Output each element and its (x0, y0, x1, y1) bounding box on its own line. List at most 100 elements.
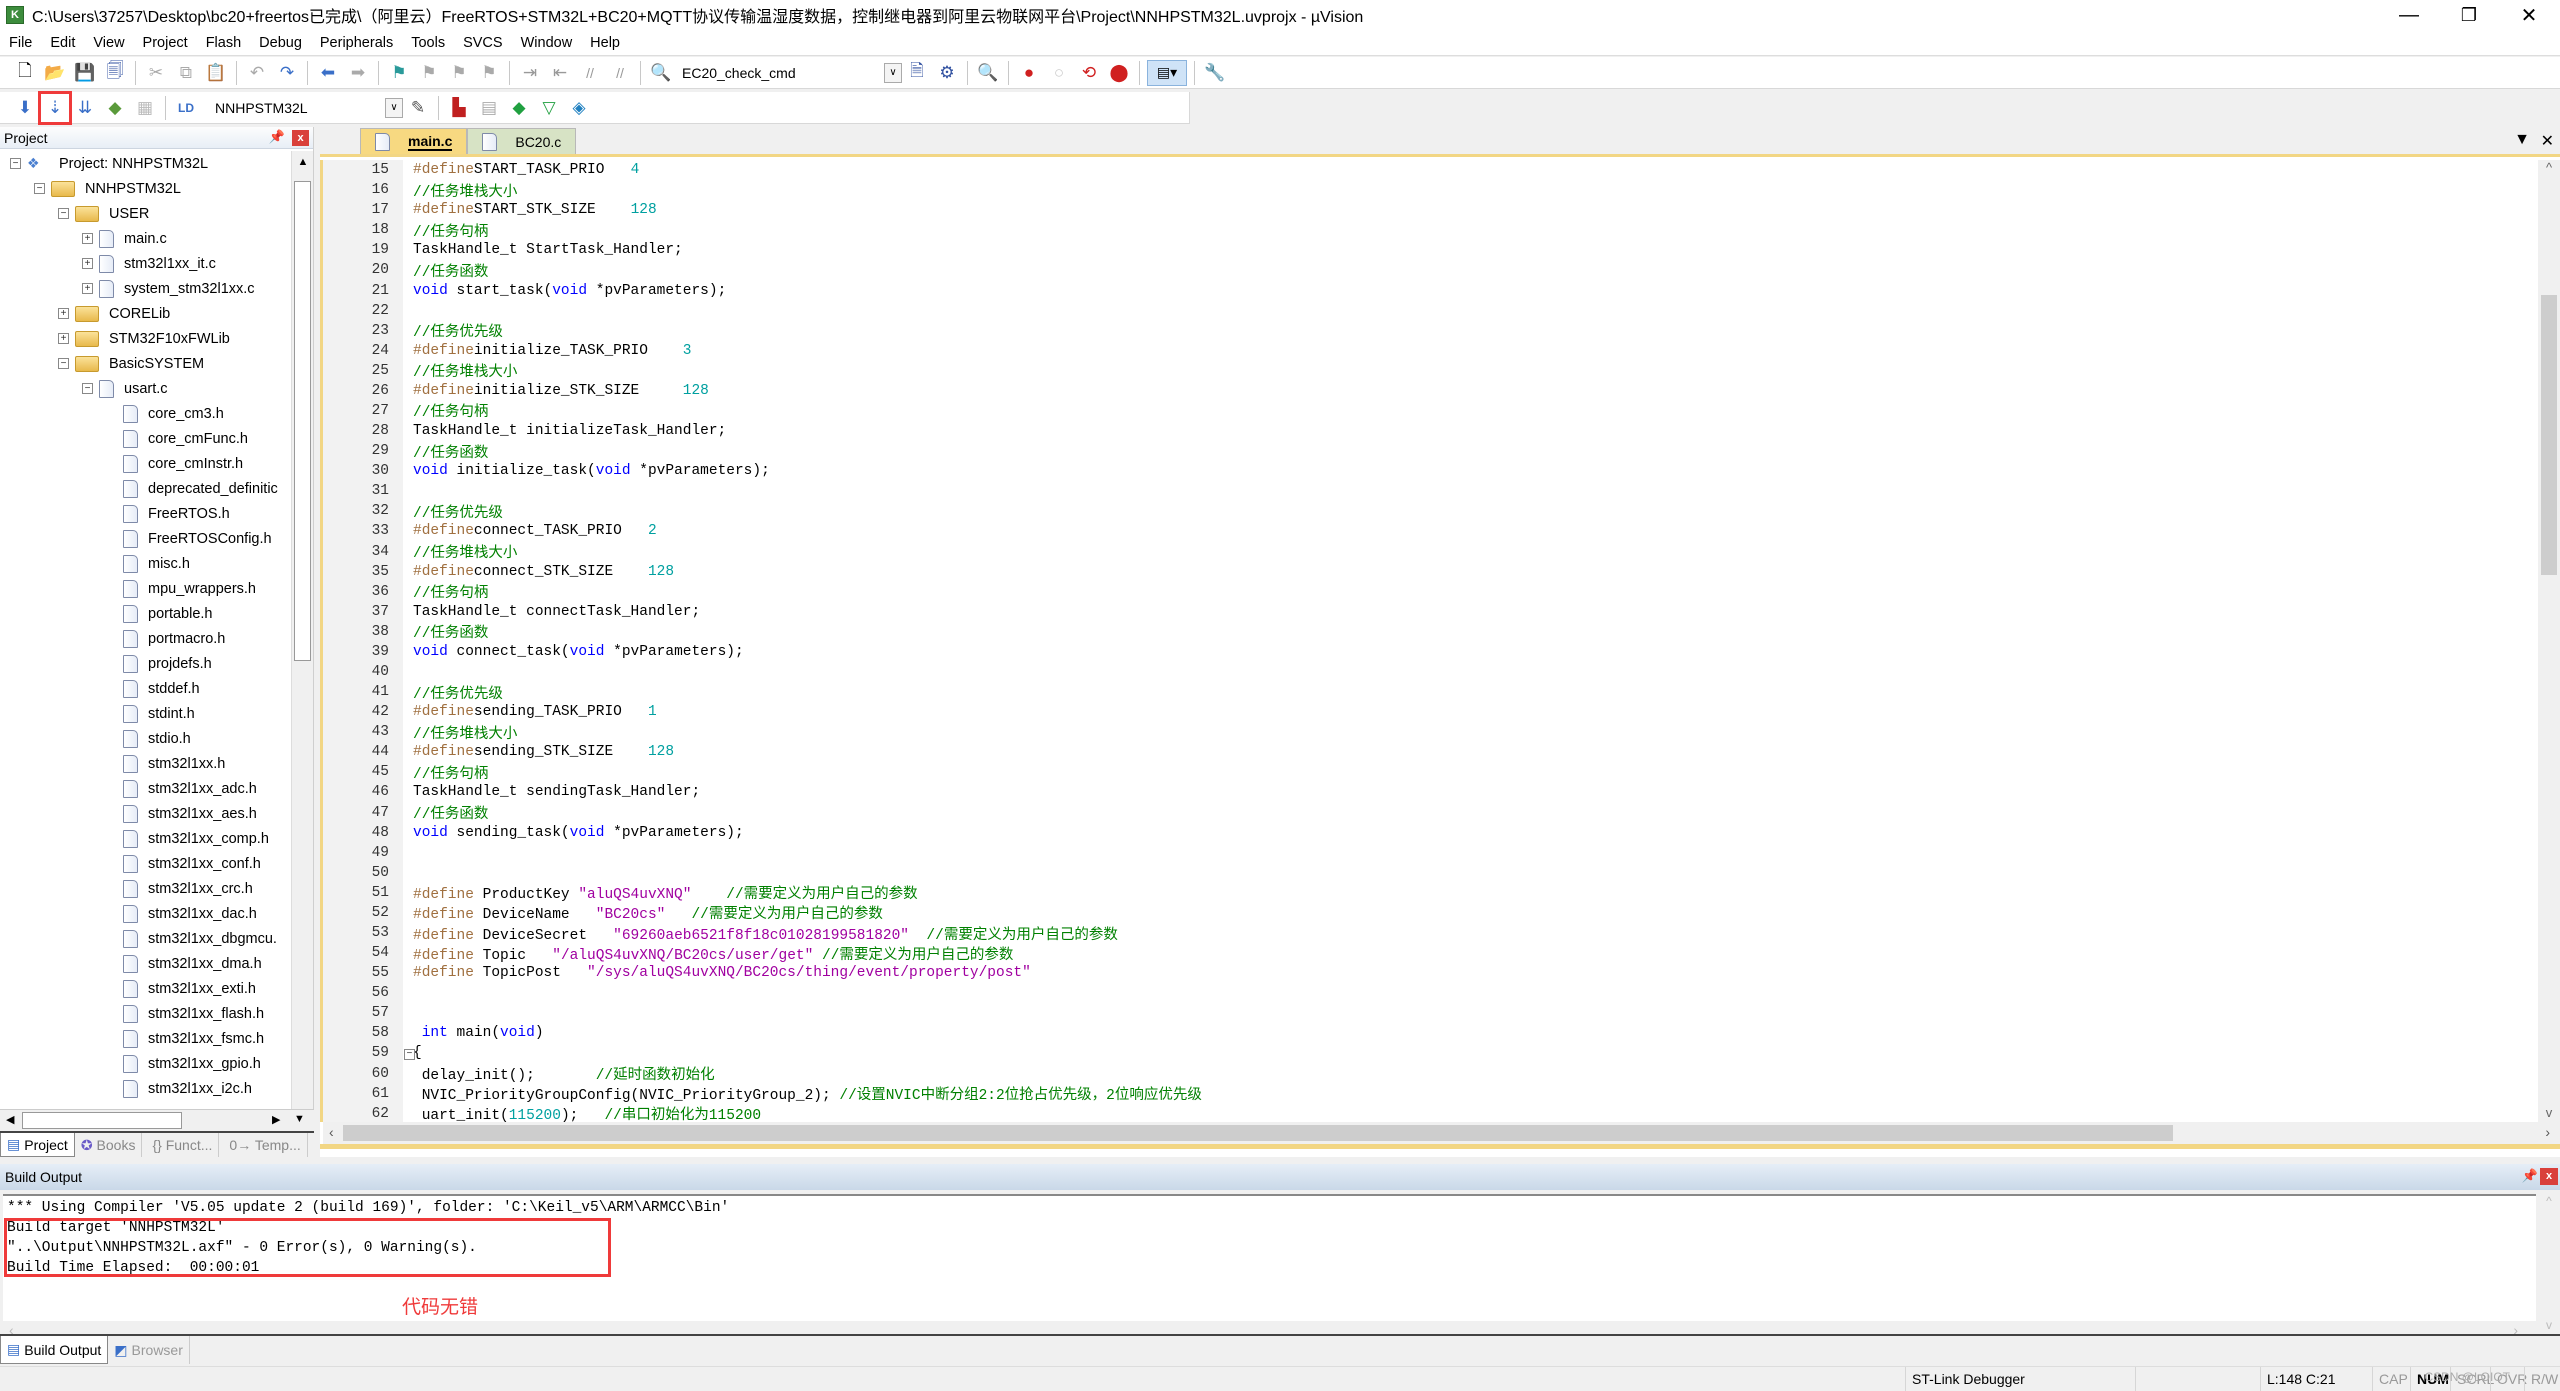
breakpoint-icon[interactable]: ● (1016, 60, 1042, 86)
tree-item[interactable]: portable.h (0, 601, 290, 626)
close-tab-icon[interactable]: ✕ (2541, 131, 2554, 151)
tree-item[interactable]: stm32l1xx_dma.h (0, 951, 290, 976)
new-file-icon[interactable]: 🗋 (12, 60, 38, 86)
scroll-up-icon[interactable]: ^ (2538, 160, 2560, 175)
rebuild-icon[interactable]: ⇊ (72, 95, 98, 121)
editor-vertical-scrollbar[interactable]: ^ v (2538, 160, 2560, 1122)
collapse-icon[interactable]: − (34, 183, 45, 194)
tree-item[interactable]: stm32l1xx_aes.h (0, 801, 290, 826)
collapse-icon[interactable]: − (58, 208, 69, 219)
tree-item[interactable]: + main.c (0, 226, 290, 251)
tree-item[interactable]: + system_stm32l1xx.c (0, 276, 290, 301)
scroll-right-icon[interactable]: › (2545, 1124, 2550, 1140)
save-icon[interactable]: 💾 (72, 60, 98, 86)
source-browser-icon[interactable]: ⚙ (934, 60, 960, 86)
close-panel-icon[interactable]: x (2540, 1168, 2558, 1185)
tab-list-dropdown-icon[interactable]: ▼ (2514, 131, 2530, 149)
scroll-right-icon[interactable]: ▶ (272, 1113, 280, 1126)
nav-back-icon[interactable]: ⬅ (315, 60, 341, 86)
tree-item[interactable]: stm32l1xx.h (0, 751, 290, 776)
tab-books[interactable]: ✪ Books (75, 1133, 143, 1157)
expand-icon[interactable]: + (82, 283, 93, 294)
target-combo[interactable]: NNHPSTM32L (209, 96, 377, 120)
stop-build-icon[interactable]: ▦ (132, 95, 158, 121)
tree-item[interactable]: stm32l1xx_exti.h (0, 976, 290, 1001)
nav-forward-icon[interactable]: ➡ (345, 60, 371, 86)
menu-window[interactable]: Window (512, 35, 582, 51)
tab-browser[interactable]: ◩ Browser (108, 1336, 190, 1364)
menu-svcs[interactable]: SVCS (454, 35, 512, 51)
tab-project[interactable]: ▤ Project (0, 1133, 75, 1157)
editor-horizontal-scrollbar[interactable]: ‹ › (323, 1122, 2560, 1144)
close-panel-icon[interactable]: x (292, 130, 309, 146)
tree-item[interactable]: mpu_wrappers.h (0, 576, 290, 601)
tree-item[interactable]: portmacro.h (0, 626, 290, 651)
tree-item[interactable]: − ❖ Project: NNHPSTM32L (0, 151, 290, 176)
menu-help[interactable]: Help (581, 35, 629, 51)
scrollbar-thumb[interactable] (2541, 295, 2557, 575)
file-extensions-icon[interactable]: ▤ (476, 95, 502, 121)
tree-item[interactable]: stm32l1xx_dac.h (0, 901, 290, 926)
tab-temp[interactable]: 0→ Temp... (219, 1133, 308, 1157)
menu-edit[interactable]: Edit (41, 35, 84, 51)
tree-item[interactable]: core_cm3.h (0, 401, 290, 426)
prev-bookmark-icon[interactable]: ⚑ (416, 60, 442, 86)
tree-item[interactable]: projdefs.h (0, 651, 290, 676)
pack-installer-icon[interactable]: ▽ (536, 95, 562, 121)
tree-item[interactable]: stm32l1xx_fsmc.h (0, 1026, 290, 1051)
code-area[interactable]: 15 #defineSTART_TASK_PRIO 4 16//任务堆栈大小 17 #d… (320, 160, 2538, 1122)
scroll-down-icon[interactable]: v (2538, 1318, 2560, 1332)
expand-icon[interactable]: + (82, 258, 93, 269)
debug-session-icon[interactable]: 🔍 (975, 60, 1001, 86)
run-time-env-icon[interactable]: ◆ (506, 95, 532, 121)
close-button[interactable]: ✕ (2494, 0, 2560, 30)
find-combo[interactable]: EC20_check_cmd (676, 61, 876, 85)
tree-item[interactable]: stddef.h (0, 676, 290, 701)
tree-item[interactable]: − NNHPSTM32L (0, 176, 290, 201)
collapse-icon[interactable]: − (82, 383, 93, 394)
tree-item[interactable]: − USER (0, 201, 290, 226)
tree-item[interactable]: core_cmInstr.h (0, 451, 290, 476)
tree-item[interactable]: − BasicSYSTEM (0, 351, 290, 376)
tree-item[interactable]: stm32l1xx_crc.h (0, 876, 290, 901)
window-layout-icon[interactable]: ▤▾ (1147, 59, 1187, 86)
tree-item[interactable]: stm32l1xx_flash.h (0, 1001, 290, 1026)
fold-icon[interactable]: − (404, 1049, 415, 1061)
pin-icon[interactable]: 📌 (269, 129, 285, 145)
kill-breakpoints-icon[interactable]: ⬤ (1106, 60, 1132, 86)
project-horizontal-scrollbar[interactable]: ◀ ▶ ▼ (0, 1109, 314, 1131)
menu-debug[interactable]: Debug (250, 35, 311, 51)
scroll-up-icon[interactable]: ^ (2538, 1194, 2560, 1208)
tree-item[interactable]: misc.h (0, 551, 290, 576)
tree-item[interactable]: deprecated_definitic (0, 476, 290, 501)
menu-project[interactable]: Project (134, 35, 197, 51)
incremental-find-icon[interactable]: 🗎 (904, 60, 930, 86)
copy-icon[interactable]: ⧉ (173, 60, 199, 86)
open-file-icon[interactable]: 📂 (42, 60, 68, 86)
uncomment-icon[interactable]: // (607, 60, 633, 86)
menu-flash[interactable]: Flash (197, 35, 250, 51)
scroll-left-icon[interactable]: ‹ (329, 1124, 334, 1140)
tree-item[interactable]: − usart.c (0, 376, 290, 401)
tree-item[interactable]: + stm32l1xx_it.c (0, 251, 290, 276)
tree-item[interactable]: stm32l1xx_dbgmcu. (0, 926, 290, 951)
configure-icon[interactable]: 🔧 (1202, 60, 1228, 86)
comment-icon[interactable]: // (577, 60, 603, 86)
pin-icon[interactable]: 📌 (2522, 1168, 2538, 1184)
expand-icon[interactable]: + (58, 333, 69, 344)
target-options-icon[interactable]: ✎ (405, 95, 431, 121)
unindent-icon[interactable]: ⇤ (547, 60, 573, 86)
tree-item[interactable]: stm32l1xx_adc.h (0, 776, 290, 801)
disable-all-breakpoints-icon[interactable]: ⟲ (1076, 60, 1102, 86)
scroll-left-icon[interactable]: ◀ (6, 1113, 14, 1126)
tree-item[interactable]: core_cmFunc.h (0, 426, 290, 451)
target-combo-dropdown[interactable]: ∨ (385, 97, 403, 118)
disable-breakpoint-icon[interactable]: ○ (1046, 60, 1072, 86)
scroll-up-icon[interactable]: ▲ (292, 151, 314, 173)
scroll-down-icon[interactable]: v (2538, 1105, 2560, 1120)
tab-funct[interactable]: {} Funct... (142, 1133, 220, 1157)
menu-peripherals[interactable]: Peripherals (311, 35, 402, 51)
tree-item[interactable]: stm32l1xx_comp.h (0, 826, 290, 851)
bookmark-icon[interactable]: ⚑ (386, 60, 412, 86)
build-output-vertical-scrollbar[interactable]: ^ v (2538, 1194, 2560, 1334)
